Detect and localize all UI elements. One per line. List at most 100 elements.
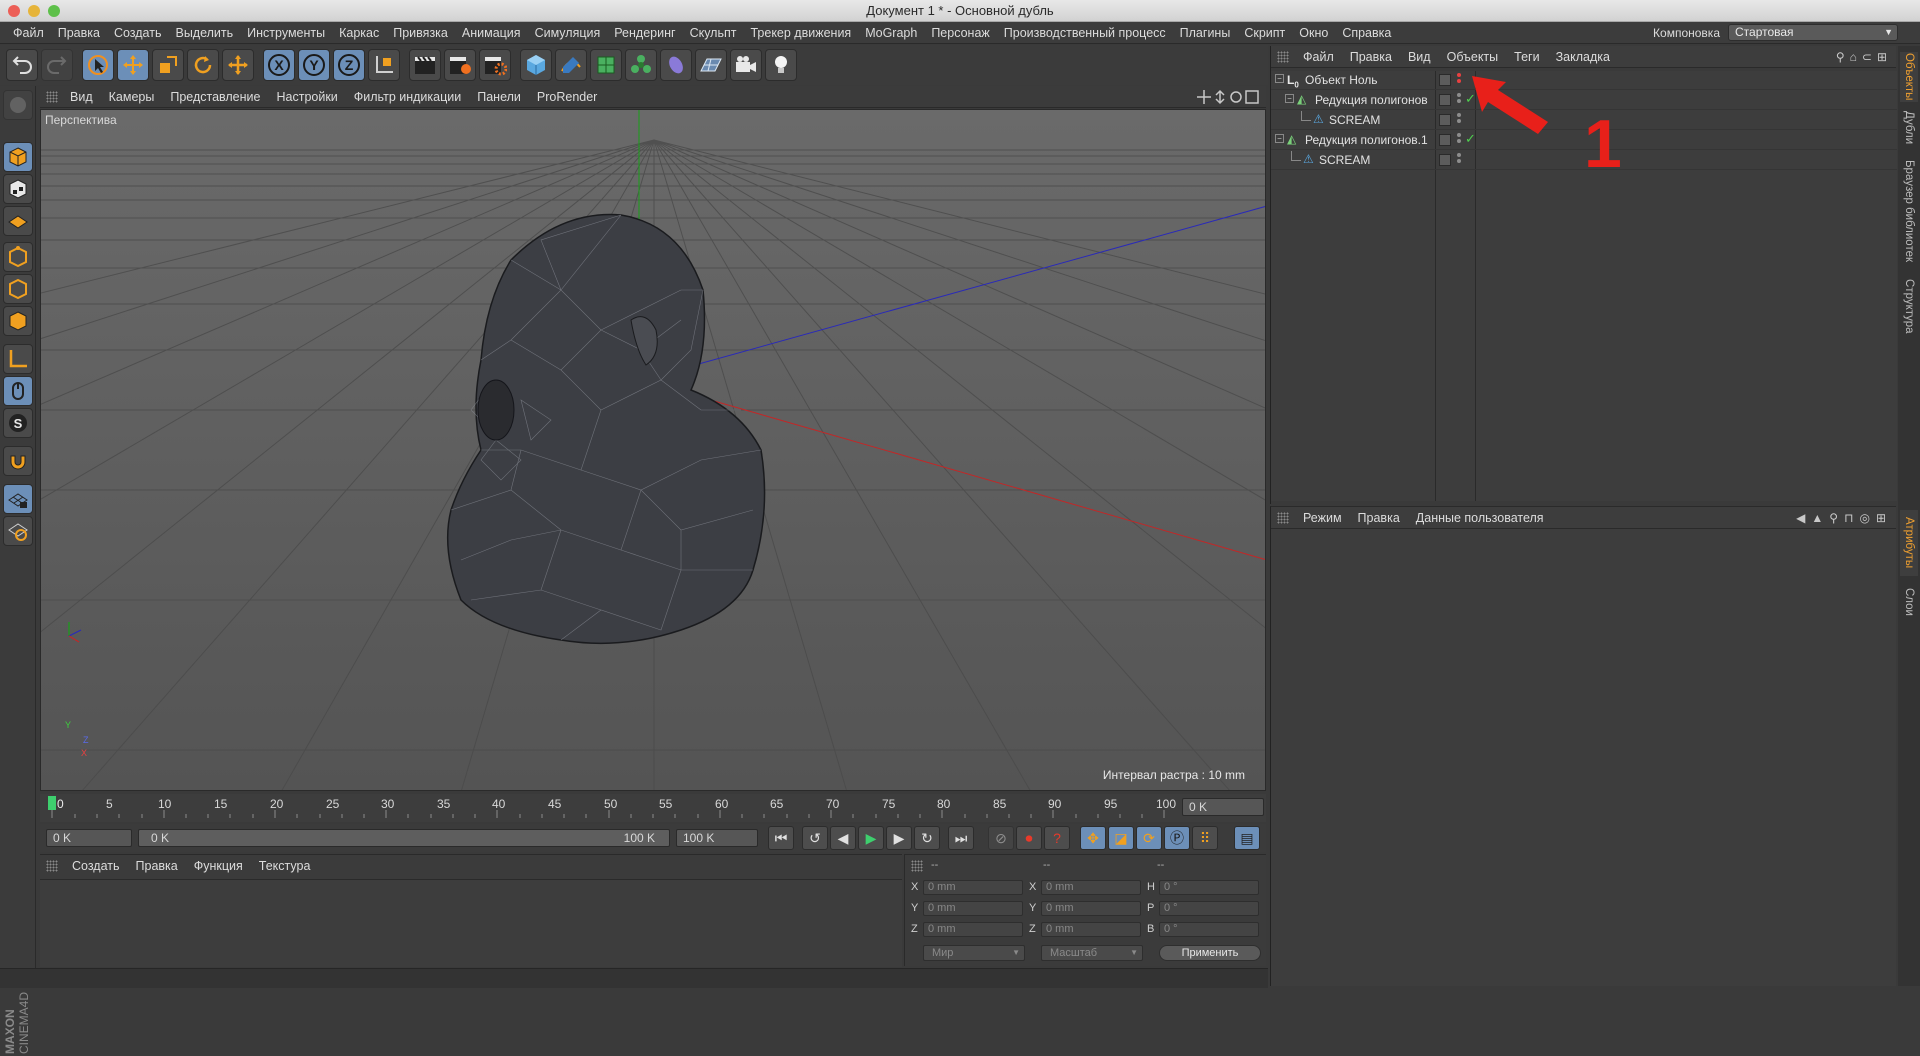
material-menu-edit[interactable]: Правка: [128, 859, 186, 873]
coord-size-y-field[interactable]: 0 mm: [1041, 901, 1141, 916]
start-frame-field[interactable]: 0 K: [46, 829, 132, 847]
material-menu-texture[interactable]: Текстура: [251, 859, 319, 873]
current-frame-field[interactable]: 0 K: [1182, 798, 1264, 816]
target-icon[interactable]: ◎: [1859, 511, 1875, 525]
home-icon[interactable]: ⌂: [1850, 50, 1862, 64]
coord-scale-select[interactable]: Масштаб ▼: [1041, 945, 1143, 961]
material-menu-function[interactable]: Функция: [186, 859, 251, 873]
object-name[interactable]: Редукция полигонов: [1315, 93, 1428, 107]
pen-spline-button[interactable]: [555, 49, 587, 81]
floor-button[interactable]: [695, 49, 727, 81]
tab-layers[interactable]: Слои: [1900, 582, 1918, 622]
menu-motion-tracker[interactable]: Трекер движения: [743, 26, 858, 40]
coord-size-x-field[interactable]: 0 mm: [1041, 880, 1141, 895]
expand-panel-icon[interactable]: ⊞: [1877, 50, 1892, 64]
layer-tag-icon[interactable]: [1439, 94, 1451, 106]
x-axis-lock-button[interactable]: X: [263, 49, 295, 81]
menu-window[interactable]: Окно: [1292, 26, 1335, 40]
tab-content-browser[interactable]: Браузер библиотек: [1900, 156, 1918, 266]
tab-takes[interactable]: Дубли: [1900, 108, 1918, 148]
live-selection-button[interactable]: [82, 49, 114, 81]
om-menu-edit[interactable]: Правка: [1342, 50, 1400, 64]
timeline-window-button[interactable]: ▤: [1234, 826, 1260, 850]
coord-rot-b-field[interactable]: 0 °: [1159, 922, 1259, 937]
menu-tools[interactable]: Инструменты: [240, 26, 332, 40]
planar-workplane-button[interactable]: [3, 516, 33, 546]
play-button[interactable]: ▶: [858, 826, 884, 850]
om-menu-file[interactable]: Файл: [1295, 50, 1342, 64]
cube-object-button[interactable]: [520, 49, 552, 81]
next-frame-button[interactable]: ▶: [886, 826, 912, 850]
transform-tool-button[interactable]: [222, 49, 254, 81]
record-keys-button[interactable]: ⊘: [988, 826, 1014, 850]
menu-mograph[interactable]: MoGraph: [858, 26, 924, 40]
visibility-dots[interactable]: [1457, 73, 1461, 87]
workplane-button[interactable]: [3, 206, 33, 236]
menu-select[interactable]: Выделить: [168, 26, 240, 40]
object-name[interactable]: Редукция полигонов.1: [1305, 133, 1428, 147]
menu-animate[interactable]: Анимация: [455, 26, 528, 40]
visibility-dots[interactable]: [1457, 133, 1461, 147]
collapse-toggle-icon[interactable]: −: [1275, 134, 1284, 143]
object-name[interactable]: SCREAM: [1319, 153, 1370, 167]
collapse-toggle-icon[interactable]: −: [1285, 94, 1294, 103]
maximize-window-button[interactable]: [48, 5, 60, 17]
previous-frame-button[interactable]: ◀: [830, 826, 856, 850]
polygons-mode-button[interactable]: [3, 306, 33, 336]
3d-viewport[interactable]: Перспектива Y Z X Интервал растра : 10 m…: [40, 109, 1266, 791]
panel-grip-icon[interactable]: [911, 860, 923, 872]
menu-create[interactable]: Создать: [107, 26, 169, 40]
y-axis-lock-button[interactable]: Y: [298, 49, 330, 81]
panel-grip-icon[interactable]: [46, 91, 58, 103]
layer-tag-icon[interactable]: [1439, 134, 1451, 146]
key-scale-button[interactable]: ◪: [1108, 826, 1134, 850]
subdivision-surface-button[interactable]: [590, 49, 622, 81]
menu-help[interactable]: Справка: [1335, 26, 1398, 40]
cloner-button[interactable]: [625, 49, 657, 81]
make-editable-button[interactable]: [3, 90, 33, 120]
object-name[interactable]: SCREAM: [1329, 113, 1380, 127]
object-name[interactable]: Объект Ноль: [1305, 73, 1378, 87]
coord-pos-z-field[interactable]: 0 mm: [923, 922, 1023, 937]
lock-icon[interactable]: ⊓: [1844, 511, 1859, 525]
preview-range-slider[interactable]: 0 K 100 K: [138, 829, 670, 847]
layer-tag-icon[interactable]: [1439, 114, 1451, 126]
layer-tag-icon[interactable]: [1439, 74, 1451, 86]
next-key-button[interactable]: ↻: [914, 826, 940, 850]
viewport-canvas[interactable]: [41, 110, 1266, 791]
back-arrow-icon[interactable]: ◀: [1796, 511, 1811, 525]
key-rotation-button[interactable]: ⟳: [1136, 826, 1162, 850]
render-settings-button[interactable]: [479, 49, 511, 81]
minimize-window-button[interactable]: [28, 5, 40, 17]
layer-tag-icon[interactable]: [1439, 154, 1451, 166]
key-position-button[interactable]: ✥: [1080, 826, 1106, 850]
link-icon[interactable]: ⊂: [1862, 50, 1877, 64]
close-window-button[interactable]: [8, 5, 20, 17]
material-menu-create[interactable]: Создать: [64, 859, 128, 873]
menu-mesh[interactable]: Каркас: [332, 26, 386, 40]
axis-mode-button[interactable]: [3, 344, 33, 374]
deformer-button[interactable]: [660, 49, 692, 81]
coordinate-system-button[interactable]: [368, 49, 400, 81]
end-frame-field[interactable]: 100 K: [676, 829, 758, 847]
lock-workplane-button[interactable]: [3, 484, 33, 514]
coord-mode-select[interactable]: Мир ▼: [923, 945, 1025, 961]
viewport-menu-view[interactable]: Вид: [62, 90, 101, 104]
attr-menu-mode[interactable]: Режим: [1295, 511, 1350, 525]
search-icon[interactable]: ⚲: [1836, 50, 1850, 64]
menu-render[interactable]: Рендеринг: [607, 26, 682, 40]
om-menu-tags[interactable]: Теги: [1506, 50, 1547, 64]
edges-mode-button[interactable]: [3, 274, 33, 304]
tab-structure[interactable]: Структура: [1900, 274, 1918, 338]
autokey-button[interactable]: ⏺: [1016, 826, 1042, 850]
render-view-button[interactable]: [409, 49, 441, 81]
go-to-start-button[interactable]: ⏮: [768, 826, 794, 850]
render-to-picture-viewer-button[interactable]: [444, 49, 476, 81]
tab-objects[interactable]: Объекты: [1900, 52, 1918, 102]
coord-rot-h-field[interactable]: 0 °: [1159, 880, 1259, 895]
redo-button[interactable]: [41, 49, 73, 81]
panel-grip-icon[interactable]: [1277, 512, 1289, 524]
panel-grip-icon[interactable]: [1277, 51, 1289, 63]
visibility-dots[interactable]: [1457, 113, 1461, 127]
points-mode-button[interactable]: [3, 242, 33, 272]
